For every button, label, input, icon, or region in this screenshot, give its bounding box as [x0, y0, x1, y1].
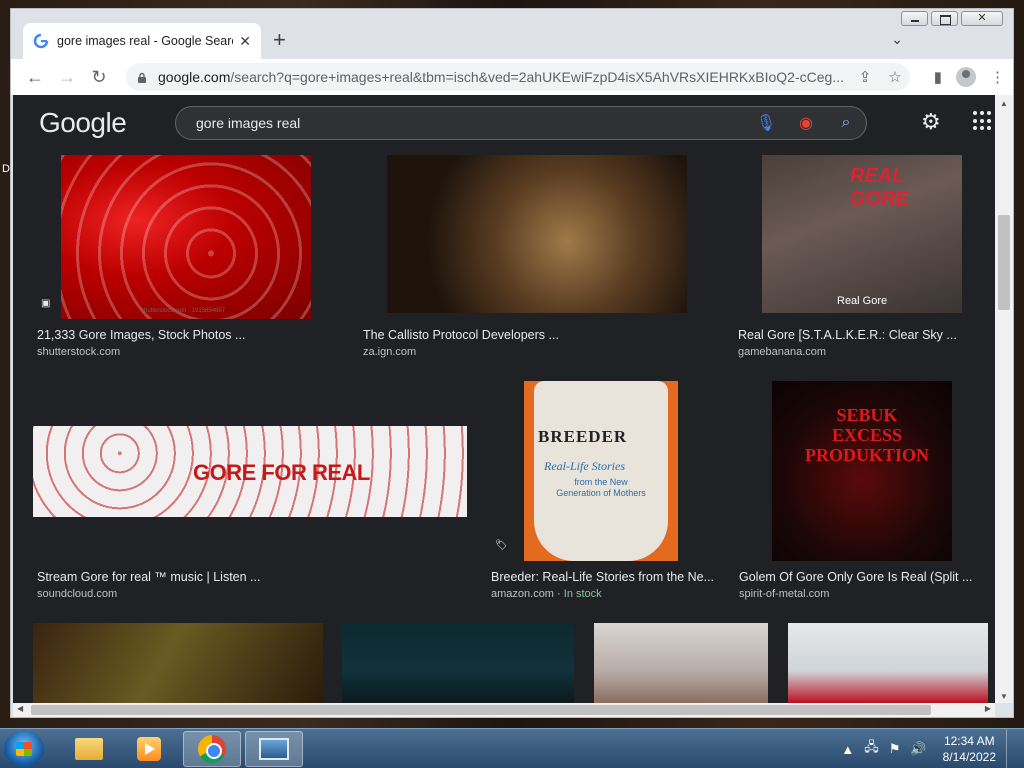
network-icon[interactable]: 🖧 — [864, 738, 879, 760]
result-title[interactable]: The Callisto Protocol Developers ... — [363, 328, 559, 342]
side-panel-icon[interactable]: ▮ — [934, 68, 942, 86]
browser-window: gore images real - Google Search ✕ + ⌄ ←… — [10, 8, 1014, 718]
vertical-scrollbar[interactable]: ▲ ▼ — [995, 95, 1013, 703]
result-site[interactable]: shutterstock.com — [37, 346, 120, 358]
search-input[interactable]: gore images real — [196, 115, 746, 131]
system-clock[interactable]: 12:34 AM 8/14/2022 — [943, 733, 996, 765]
horizontal-scroll-thumb[interactable] — [31, 705, 931, 715]
profile-avatar[interactable] — [956, 67, 976, 87]
google-favicon-icon — [33, 33, 49, 49]
active-tab[interactable]: gore images real - Google Search ✕ — [23, 23, 261, 59]
chrome-icon — [198, 735, 226, 763]
result-image-row3-3[interactable] — [594, 623, 768, 703]
result-image-breeder[interactable]: BREEDER Real-Life Stories from the New G… — [524, 381, 678, 561]
result-image-goreforreal[interactable]: GORE FOR REAL — [33, 426, 467, 517]
result-image-shutterstock[interactable]: shutterstock.com · 1915854667 — [61, 155, 311, 319]
toolbar-right: ▮ ⋮ — [934, 67, 1005, 87]
url-text: google.com/search?q=gore+images+real&tbm… — [158, 69, 844, 85]
media-player-icon — [137, 737, 161, 761]
taskbar-photo-viewer[interactable] — [245, 731, 303, 767]
product-tag-icon: 🏷 — [495, 540, 508, 551]
folder-icon — [75, 738, 103, 760]
back-arrow-icon[interactable]: ← — [19, 67, 51, 88]
google-logo[interactable]: Google — [39, 107, 127, 139]
taskbar-explorer[interactable] — [60, 731, 118, 767]
tab-close-icon[interactable]: ✕ — [239, 33, 251, 50]
google-apps-grid-icon[interactable] — [973, 111, 993, 131]
lock-icon[interactable] — [136, 71, 148, 83]
result-site[interactable]: spirit-of-metal.com — [739, 588, 829, 600]
windows-taskbar: ▲ 🖧 ⚑ 🔊 12:34 AM 8/14/2022 — [0, 728, 1024, 768]
google-lens-icon[interactable]: ◉ — [786, 113, 826, 133]
tray-expand-arrow-icon[interactable]: ▲ — [841, 742, 854, 757]
result-title[interactable]: 21,333 Gore Images, Stock Photos ... — [37, 328, 245, 342]
search-box[interactable]: gore images real 🎙 ◉ ⌕ — [175, 106, 867, 140]
google-images-page: Google gore images real 🎙 ◉ ⌕ ⚙ shutters… — [13, 95, 995, 703]
scroll-left-arrow-icon[interactable]: ◀ — [17, 704, 23, 713]
minimize-button[interactable] — [901, 11, 928, 26]
bookmark-star-icon[interactable]: ☆ — [880, 68, 910, 86]
share-icon[interactable]: ⇪ — [850, 68, 880, 86]
vertical-scroll-thumb[interactable] — [998, 215, 1010, 310]
result-image-row3-4[interactable] — [788, 623, 988, 703]
google-header: Google gore images real 🎙 ◉ ⌕ ⚙ — [13, 95, 995, 149]
horizontal-scrollbar[interactable]: ◀ ▶ — [13, 703, 995, 717]
action-center-flag-icon[interactable]: ⚑ — [889, 741, 901, 757]
tab-search-chevron-icon[interactable]: ⌄ — [891, 31, 903, 48]
taskbar-chrome[interactable] — [183, 731, 241, 767]
desktop-label: D — [2, 163, 10, 175]
in-stock-label: In stock — [563, 588, 602, 600]
result-site[interactable]: za.ign.com — [363, 346, 416, 358]
image-overlay-label: Real Gore — [837, 295, 888, 307]
forward-arrow-icon[interactable]: → — [51, 67, 83, 88]
microphone-icon[interactable]: 🎙 — [746, 113, 786, 133]
reload-icon[interactable]: ↻ — [83, 67, 115, 88]
maximize-button[interactable] — [931, 11, 958, 26]
result-title[interactable]: Golem Of Gore Only Gore Is Real (Split .… — [739, 570, 972, 584]
result-image-realgore[interactable]: REAL GORE Real Gore — [762, 155, 962, 313]
start-button[interactable] — [4, 731, 44, 767]
photo-viewer-icon — [259, 738, 289, 760]
tab-title: gore images real - Google Search — [57, 34, 234, 48]
result-title[interactable]: Breeder: Real-Life Stories from the Ne..… — [491, 570, 714, 584]
menu-kebab-icon[interactable]: ⋮ — [990, 68, 1005, 86]
result-title[interactable]: Real Gore [S.T.A.L.K.E.R.: Clear Sky ... — [738, 328, 957, 342]
show-desktop-button[interactable] — [1006, 729, 1018, 768]
search-icon[interactable]: ⌕ — [826, 114, 866, 132]
result-site[interactable]: amazon.com · In stock — [491, 588, 602, 600]
image-badge-icon: ▣ — [41, 298, 51, 309]
address-bar[interactable]: google.com/search?q=gore+images+real&tbm… — [126, 63, 910, 91]
system-tray: ▲ 🖧 ⚑ 🔊 12:34 AM 8/14/2022 — [841, 729, 1018, 768]
result-image-golem[interactable]: SEBUK EXCESS PRODUKTION — [772, 381, 952, 561]
result-image-row3-2[interactable] — [342, 623, 574, 703]
settings-gear-icon[interactable]: ⚙ — [921, 109, 941, 135]
scroll-up-arrow-icon[interactable]: ▲ — [995, 99, 1013, 108]
close-window-button[interactable] — [961, 11, 1003, 26]
taskbar-media-player[interactable] — [120, 731, 178, 767]
browser-toolbar: ← → ↻ google.com/search?q=gore+images+re… — [11, 59, 1013, 95]
scroll-right-arrow-icon[interactable]: ▶ — [985, 704, 991, 713]
window-controls — [901, 11, 1003, 26]
result-site[interactable]: gamebanana.com — [738, 346, 826, 358]
volume-icon[interactable]: 🔊 — [910, 741, 926, 757]
result-image-row3-1[interactable] — [33, 623, 323, 703]
result-title[interactable]: Stream Gore for real ™ music | Listen ..… — [37, 570, 260, 584]
new-tab-plus-icon[interactable]: + — [273, 29, 286, 51]
result-image-callisto[interactable] — [387, 155, 687, 313]
scroll-down-arrow-icon[interactable]: ▼ — [995, 692, 1013, 701]
result-site[interactable]: soundcloud.com — [37, 588, 117, 600]
